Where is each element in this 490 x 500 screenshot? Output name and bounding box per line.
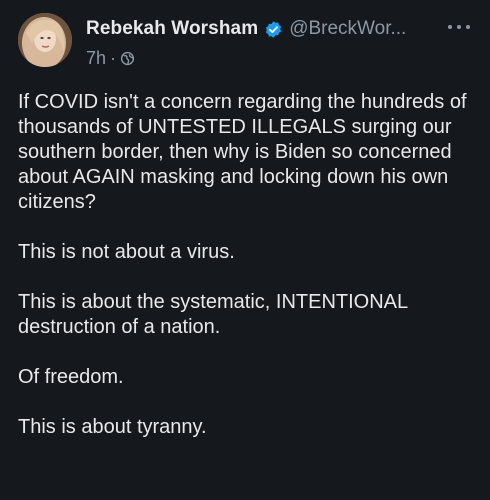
- author-handle[interactable]: @BreckWor...: [289, 18, 406, 40]
- tweet-timestamp[interactable]: 7h: [86, 48, 106, 69]
- more-options-icon[interactable]: [448, 20, 470, 34]
- tweet-header: Rebekah Worsham @BreckWor...: [86, 18, 406, 40]
- tweet-paragraph: This is not about a virus.: [18, 241, 235, 263]
- meta-separator: ·: [110, 48, 117, 68]
- author-display-name[interactable]: Rebekah Worsham: [86, 18, 258, 40]
- tweet-paragraph: Of freedom.: [18, 366, 124, 388]
- tweet-paragraph: If COVID isn't a concern regarding the h…: [18, 91, 467, 213]
- tweet-paragraph: This is about tyranny.: [18, 416, 207, 438]
- globe-icon: [120, 51, 135, 66]
- tweet[interactable]: Rebekah Worsham @BreckWor... 7h · If COV…: [0, 0, 490, 500]
- tweet-paragraph: This is about the systematic, INTENTIONA…: [18, 291, 408, 338]
- tweet-text: If COVID isn't a concern regarding the h…: [18, 90, 480, 440]
- tweet-meta: 7h ·: [86, 48, 135, 69]
- avatar[interactable]: [18, 13, 72, 67]
- verified-badge-icon: [264, 20, 283, 39]
